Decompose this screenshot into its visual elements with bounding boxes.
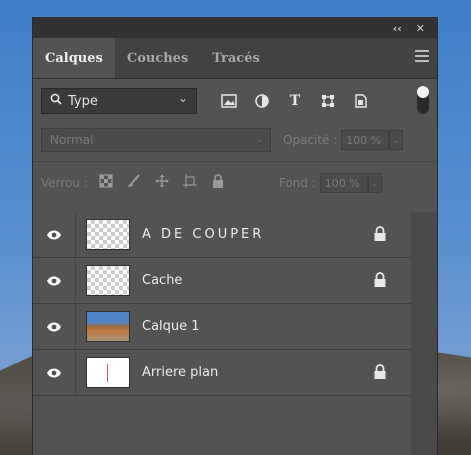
lock-icon bbox=[373, 364, 387, 380]
layers-panel: ‹‹ ✕ Calques Couches Tracés Type ⌄ T Nor… bbox=[33, 18, 437, 455]
layer-name: Calque 1 bbox=[142, 319, 200, 334]
lock-all-icon[interactable] bbox=[210, 174, 227, 192]
shape-layer-filter-icon[interactable] bbox=[320, 93, 336, 109]
adjustment-layer-filter-icon[interactable] bbox=[254, 93, 270, 109]
lock-artboard-icon[interactable] bbox=[182, 174, 199, 192]
lock-position-icon[interactable] bbox=[154, 174, 171, 192]
layer-thumbnail bbox=[86, 219, 130, 250]
filter-type-label: Type bbox=[68, 93, 98, 109]
close-panel-icon[interactable]: ✕ bbox=[416, 22, 425, 35]
lock-icon bbox=[373, 272, 387, 288]
tab-calques[interactable]: Calques bbox=[33, 38, 115, 78]
lock-icons bbox=[98, 174, 227, 192]
layer-name: Arriere plan bbox=[142, 365, 219, 380]
chevron-down-icon: ⌄ bbox=[177, 91, 188, 105]
pixel-layer-filter-icon[interactable] bbox=[221, 93, 237, 109]
layer-row[interactable]: A DE COUPER bbox=[33, 212, 411, 258]
divider bbox=[33, 161, 437, 162]
layers-list: A DE COUPER Cache Calque 1 Arriere plan bbox=[33, 212, 411, 396]
type-layer-filter-icon[interactable]: T bbox=[287, 93, 303, 109]
lock-icon bbox=[373, 226, 387, 242]
layer-thumbnail bbox=[86, 265, 130, 296]
collapse-panel-icon[interactable]: ‹‹ bbox=[393, 22, 402, 35]
filter-row: Type ⌄ T bbox=[33, 79, 437, 123]
panel-titlebar: ‹‹ ✕ bbox=[33, 18, 437, 38]
lock-transparent-pixels-icon[interactable] bbox=[98, 174, 115, 192]
visibility-eye-icon[interactable] bbox=[33, 258, 76, 303]
filter-toggle-switch[interactable] bbox=[417, 86, 429, 114]
fill-label: Fond : bbox=[278, 176, 316, 190]
opacity-input[interactable]: 100 % bbox=[341, 130, 390, 150]
fill-dropdown-button[interactable]: ⌄ bbox=[367, 173, 382, 193]
opacity-dropdown-button[interactable]: ⌄ bbox=[389, 130, 404, 150]
lock-label: Verrou : bbox=[41, 176, 88, 190]
visibility-eye-icon[interactable] bbox=[33, 304, 76, 349]
visibility-eye-icon[interactable] bbox=[33, 212, 76, 257]
lock-image-pixels-icon[interactable] bbox=[126, 174, 143, 192]
panel-tabs: Calques Couches Tracés bbox=[33, 38, 437, 79]
opacity-label: Opacité : bbox=[283, 133, 338, 147]
filter-icons: T bbox=[221, 93, 369, 109]
layers-scrollbar[interactable] bbox=[411, 212, 437, 455]
blend-mode-value: Normal bbox=[50, 133, 94, 147]
layer-row[interactable]: Arriere plan bbox=[33, 350, 411, 396]
layer-name: A DE COUPER bbox=[142, 227, 265, 242]
layer-thumbnail bbox=[86, 311, 130, 342]
smart-object-filter-icon[interactable] bbox=[353, 93, 369, 109]
filter-type-select[interactable]: Type ⌄ bbox=[41, 88, 197, 114]
blend-mode-select[interactable]: Normal ⌄ bbox=[41, 128, 271, 152]
layer-row[interactable]: Calque 1 bbox=[33, 304, 411, 350]
fill-input[interactable]: 100 % bbox=[319, 173, 368, 193]
tab-couches[interactable]: Couches bbox=[115, 38, 200, 78]
lock-row: Verrou : Fond : 100 % ⌄ bbox=[33, 166, 437, 200]
layer-thumbnail bbox=[86, 357, 130, 388]
layer-name: Cache bbox=[142, 273, 183, 288]
visibility-eye-icon[interactable] bbox=[33, 350, 76, 395]
blend-row: Normal ⌄ Opacité : 100 % ⌄ bbox=[33, 123, 437, 157]
chevron-down-icon: ⌄ bbox=[254, 132, 264, 145]
search-icon bbox=[50, 93, 62, 109]
tab-traces[interactable]: Tracés bbox=[200, 38, 272, 78]
panel-menu-icon[interactable] bbox=[415, 50, 429, 64]
layer-row[interactable]: Cache bbox=[33, 258, 411, 304]
